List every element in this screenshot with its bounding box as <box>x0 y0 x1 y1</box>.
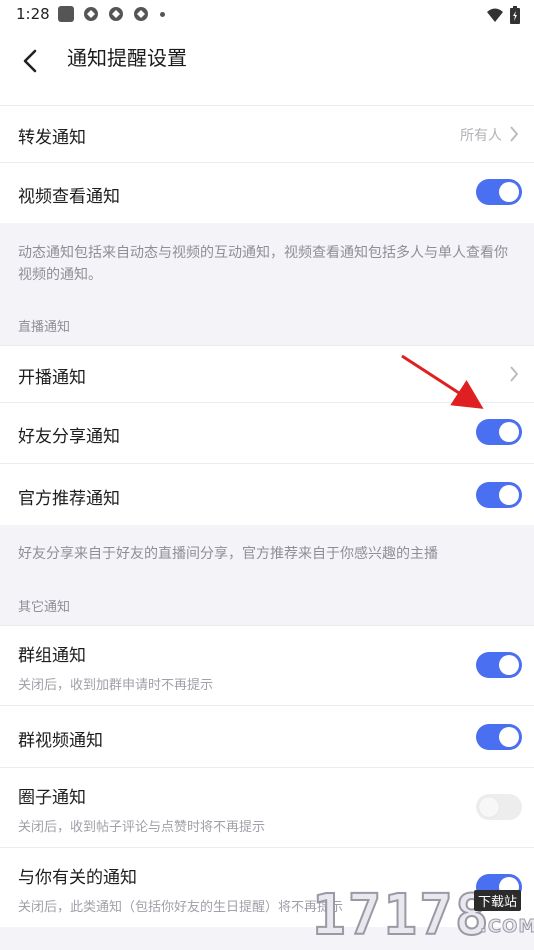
group-video-notification-toggle[interactable] <box>476 724 522 750</box>
chevron-right-icon <box>510 366 519 382</box>
circle-notification-row: 圈子通知 关闭后，收到帖子评论与点赞时将不再提示 <box>0 767 534 847</box>
notification-app-icon <box>109 7 123 21</box>
toggle-knob <box>479 797 499 817</box>
wifi-icon <box>487 8 503 22</box>
toggle-knob <box>499 182 519 202</box>
circle-notification-label: 圈子通知 <box>18 788 86 808</box>
page-title: 通知提醒设置 <box>67 46 187 70</box>
chevron-right-icon <box>510 126 519 142</box>
friend-share-notification-label: 好友分享通知 <box>18 427 120 447</box>
divider <box>0 345 534 346</box>
divider <box>0 847 534 848</box>
group-notification-row: 群组通知 关闭后，收到加群申请时不再提示 <box>0 625 534 705</box>
watermark-number: 17178 <box>311 883 491 949</box>
related-notification-description: 关闭后，此类通知（包括你好友的生日提醒）将不再提示 <box>18 900 344 915</box>
status-bar: 1:28 <box>0 0 534 30</box>
status-notification-icons <box>58 6 165 22</box>
circle-notification-toggle[interactable] <box>476 794 522 820</box>
related-notification-label: 与你有关的通知 <box>18 868 137 888</box>
group-notification-toggle[interactable] <box>476 652 522 678</box>
notification-square-icon <box>58 6 74 22</box>
video-view-notification-row: 视频查看通知 <box>0 162 534 223</box>
watermark: 17178 下载站 .COM <box>311 883 534 950</box>
friend-share-notification-toggle[interactable] <box>476 419 522 445</box>
toggle-knob <box>499 422 519 442</box>
official-recommend-notification-label: 官方推荐通知 <box>18 489 120 509</box>
watermark-domain: .COM <box>479 916 534 938</box>
divider <box>0 162 534 163</box>
toggle-knob <box>499 655 519 675</box>
watermark-badge: 下载站 <box>474 890 522 911</box>
divider <box>0 705 534 706</box>
battery-icon <box>510 6 520 24</box>
live-section-title: 直播通知 <box>18 320 71 335</box>
forward-notification-value: 所有人 <box>460 128 502 144</box>
back-arrow-icon[interactable] <box>14 44 48 78</box>
group-notification-description: 关闭后，收到加群申请时不再提示 <box>18 678 214 693</box>
live-section-header: 直播通知 <box>0 303 534 345</box>
annotation-arrow-icon <box>401 354 484 409</box>
group-video-notification-label: 群视频通知 <box>18 731 103 751</box>
app-bar: 通知提醒设置 <box>0 30 534 105</box>
dynamic-notification-note: 动态通知包括来自动态与视频的互动通知，视频查看通知包括多人与单人查看你视频的通知… <box>0 223 534 303</box>
video-view-notification-label: 视频查看通知 <box>18 187 120 207</box>
dynamic-notification-note-text: 动态通知包括来自动态与视频的互动通知，视频查看通知包括多人与单人查看你视频的通知… <box>18 245 508 283</box>
forward-notification-row[interactable]: 转发通知 所有人 <box>0 105 534 162</box>
toggle-knob <box>499 727 519 747</box>
divider <box>0 463 534 464</box>
forward-notification-label: 转发通知 <box>18 128 86 148</box>
toggle-knob <box>499 485 519 505</box>
video-view-notification-toggle[interactable] <box>476 179 522 205</box>
status-time: 1:28 <box>16 5 50 23</box>
more-notifications-dot-icon <box>160 11 165 17</box>
official-recommend-notification-row: 官方推荐通知 <box>0 463 534 525</box>
other-section-header: 其它通知 <box>0 585 534 625</box>
divider <box>0 105 534 106</box>
other-section-title: 其它通知 <box>18 600 71 615</box>
notification-app-icon <box>134 7 148 21</box>
circle-notification-description: 关闭后，收到帖子评论与点赞时将不再提示 <box>18 820 266 835</box>
live-notification-note: 好友分享来自于好友的直播间分享，官方推荐来自于你感兴趣的主播 <box>0 525 534 585</box>
official-recommend-notification-toggle[interactable] <box>476 482 522 508</box>
live-notification-note-text: 好友分享来自于好友的直播间分享，官方推荐来自于你感兴趣的主播 <box>18 546 438 562</box>
divider <box>0 625 534 626</box>
group-video-notification-row: 群视频通知 <box>0 705 534 767</box>
group-notification-label: 群组通知 <box>18 646 86 666</box>
start-live-notification-label: 开播通知 <box>18 368 86 388</box>
status-system-icons <box>486 6 520 24</box>
notification-app-icon <box>84 7 98 21</box>
divider <box>0 767 534 768</box>
